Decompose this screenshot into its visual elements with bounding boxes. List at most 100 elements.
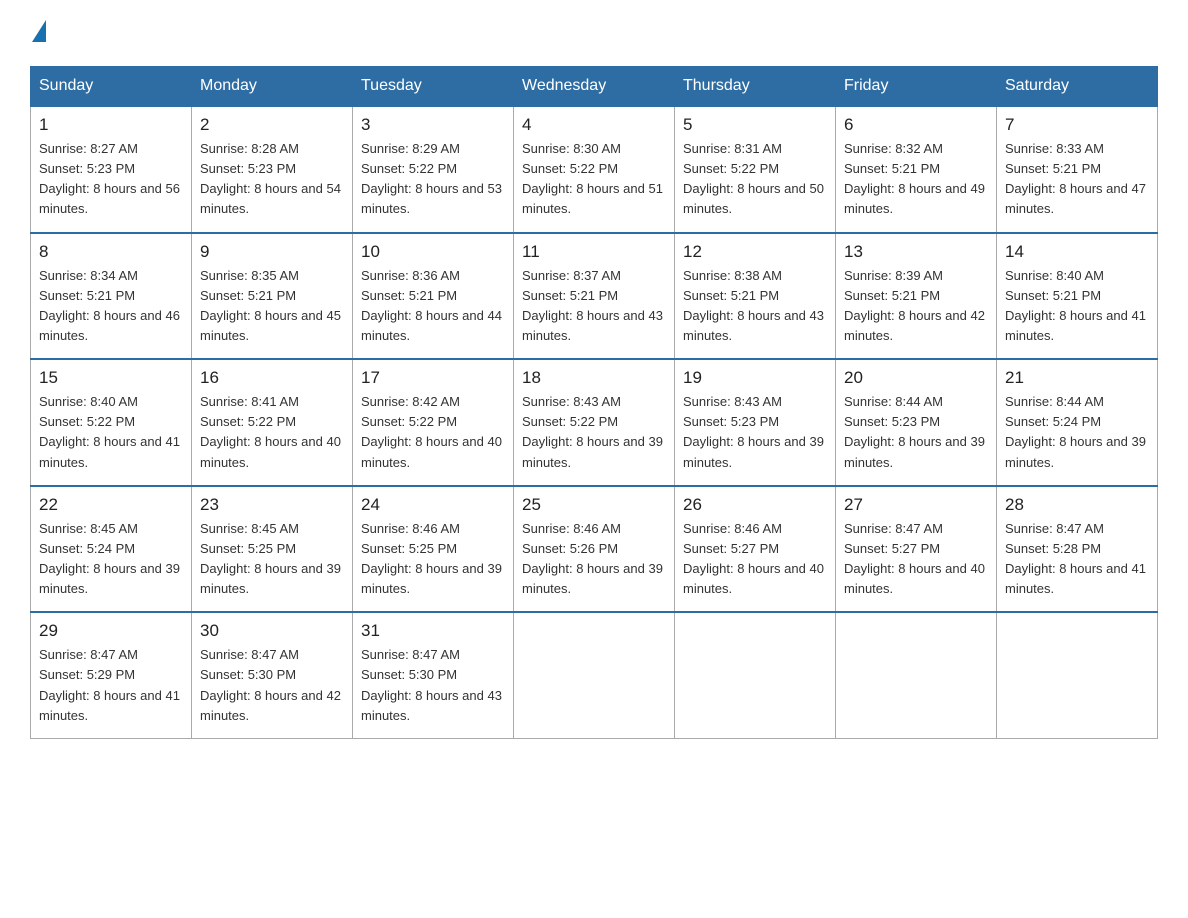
calendar-cell: 31 Sunrise: 8:47 AM Sunset: 5:30 PM Dayl… bbox=[353, 612, 514, 738]
weekday-header-saturday: Saturday bbox=[997, 67, 1158, 107]
day-info: Sunrise: 8:41 AM Sunset: 5:22 PM Dayligh… bbox=[200, 392, 344, 473]
day-number: 28 bbox=[1005, 495, 1149, 515]
day-number: 8 bbox=[39, 242, 183, 262]
logo bbox=[30, 20, 46, 46]
calendar-cell bbox=[836, 612, 997, 738]
calendar-cell bbox=[997, 612, 1158, 738]
day-info: Sunrise: 8:40 AM Sunset: 5:22 PM Dayligh… bbox=[39, 392, 183, 473]
calendar-cell: 16 Sunrise: 8:41 AM Sunset: 5:22 PM Dayl… bbox=[192, 359, 353, 486]
calendar-cell: 10 Sunrise: 8:36 AM Sunset: 5:21 PM Dayl… bbox=[353, 233, 514, 360]
calendar-cell: 19 Sunrise: 8:43 AM Sunset: 5:23 PM Dayl… bbox=[675, 359, 836, 486]
day-number: 23 bbox=[200, 495, 344, 515]
day-number: 7 bbox=[1005, 115, 1149, 135]
calendar-week-row: 1 Sunrise: 8:27 AM Sunset: 5:23 PM Dayli… bbox=[31, 106, 1158, 233]
day-info: Sunrise: 8:32 AM Sunset: 5:21 PM Dayligh… bbox=[844, 139, 988, 220]
calendar-cell: 4 Sunrise: 8:30 AM Sunset: 5:22 PM Dayli… bbox=[514, 106, 675, 233]
day-number: 1 bbox=[39, 115, 183, 135]
calendar-cell: 18 Sunrise: 8:43 AM Sunset: 5:22 PM Dayl… bbox=[514, 359, 675, 486]
day-number: 4 bbox=[522, 115, 666, 135]
calendar-cell: 27 Sunrise: 8:47 AM Sunset: 5:27 PM Dayl… bbox=[836, 486, 997, 613]
day-info: Sunrise: 8:45 AM Sunset: 5:24 PM Dayligh… bbox=[39, 519, 183, 600]
calendar-header: SundayMondayTuesdayWednesdayThursdayFrid… bbox=[31, 67, 1158, 107]
calendar-cell: 29 Sunrise: 8:47 AM Sunset: 5:29 PM Dayl… bbox=[31, 612, 192, 738]
calendar-week-row: 15 Sunrise: 8:40 AM Sunset: 5:22 PM Dayl… bbox=[31, 359, 1158, 486]
calendar-cell: 9 Sunrise: 8:35 AM Sunset: 5:21 PM Dayli… bbox=[192, 233, 353, 360]
logo-triangle-icon bbox=[32, 20, 46, 42]
calendar-cell: 26 Sunrise: 8:46 AM Sunset: 5:27 PM Dayl… bbox=[675, 486, 836, 613]
calendar-cell: 7 Sunrise: 8:33 AM Sunset: 5:21 PM Dayli… bbox=[997, 106, 1158, 233]
weekday-header-sunday: Sunday bbox=[31, 67, 192, 107]
day-number: 31 bbox=[361, 621, 505, 641]
day-number: 29 bbox=[39, 621, 183, 641]
calendar-cell: 25 Sunrise: 8:46 AM Sunset: 5:26 PM Dayl… bbox=[514, 486, 675, 613]
calendar-cell: 20 Sunrise: 8:44 AM Sunset: 5:23 PM Dayl… bbox=[836, 359, 997, 486]
calendar-cell: 28 Sunrise: 8:47 AM Sunset: 5:28 PM Dayl… bbox=[997, 486, 1158, 613]
day-info: Sunrise: 8:29 AM Sunset: 5:22 PM Dayligh… bbox=[361, 139, 505, 220]
day-number: 15 bbox=[39, 368, 183, 388]
day-info: Sunrise: 8:37 AM Sunset: 5:21 PM Dayligh… bbox=[522, 266, 666, 347]
day-number: 30 bbox=[200, 621, 344, 641]
weekday-header-row: SundayMondayTuesdayWednesdayThursdayFrid… bbox=[31, 67, 1158, 107]
day-info: Sunrise: 8:47 AM Sunset: 5:28 PM Dayligh… bbox=[1005, 519, 1149, 600]
day-info: Sunrise: 8:44 AM Sunset: 5:24 PM Dayligh… bbox=[1005, 392, 1149, 473]
day-info: Sunrise: 8:35 AM Sunset: 5:21 PM Dayligh… bbox=[200, 266, 344, 347]
calendar-cell: 30 Sunrise: 8:47 AM Sunset: 5:30 PM Dayl… bbox=[192, 612, 353, 738]
calendar-cell bbox=[675, 612, 836, 738]
calendar-cell: 11 Sunrise: 8:37 AM Sunset: 5:21 PM Dayl… bbox=[514, 233, 675, 360]
calendar-cell: 5 Sunrise: 8:31 AM Sunset: 5:22 PM Dayli… bbox=[675, 106, 836, 233]
day-number: 25 bbox=[522, 495, 666, 515]
page-header bbox=[30, 20, 1158, 46]
day-info: Sunrise: 8:40 AM Sunset: 5:21 PM Dayligh… bbox=[1005, 266, 1149, 347]
day-info: Sunrise: 8:44 AM Sunset: 5:23 PM Dayligh… bbox=[844, 392, 988, 473]
calendar-cell bbox=[514, 612, 675, 738]
calendar-table: SundayMondayTuesdayWednesdayThursdayFrid… bbox=[30, 66, 1158, 739]
day-info: Sunrise: 8:31 AM Sunset: 5:22 PM Dayligh… bbox=[683, 139, 827, 220]
calendar-cell: 14 Sunrise: 8:40 AM Sunset: 5:21 PM Dayl… bbox=[997, 233, 1158, 360]
day-number: 10 bbox=[361, 242, 505, 262]
day-number: 18 bbox=[522, 368, 666, 388]
calendar-cell: 2 Sunrise: 8:28 AM Sunset: 5:23 PM Dayli… bbox=[192, 106, 353, 233]
calendar-cell: 3 Sunrise: 8:29 AM Sunset: 5:22 PM Dayli… bbox=[353, 106, 514, 233]
day-info: Sunrise: 8:27 AM Sunset: 5:23 PM Dayligh… bbox=[39, 139, 183, 220]
calendar-cell: 8 Sunrise: 8:34 AM Sunset: 5:21 PM Dayli… bbox=[31, 233, 192, 360]
calendar-body: 1 Sunrise: 8:27 AM Sunset: 5:23 PM Dayli… bbox=[31, 106, 1158, 738]
day-number: 20 bbox=[844, 368, 988, 388]
day-info: Sunrise: 8:28 AM Sunset: 5:23 PM Dayligh… bbox=[200, 139, 344, 220]
day-info: Sunrise: 8:33 AM Sunset: 5:21 PM Dayligh… bbox=[1005, 139, 1149, 220]
day-info: Sunrise: 8:42 AM Sunset: 5:22 PM Dayligh… bbox=[361, 392, 505, 473]
day-number: 11 bbox=[522, 242, 666, 262]
calendar-cell: 1 Sunrise: 8:27 AM Sunset: 5:23 PM Dayli… bbox=[31, 106, 192, 233]
calendar-cell: 13 Sunrise: 8:39 AM Sunset: 5:21 PM Dayl… bbox=[836, 233, 997, 360]
day-info: Sunrise: 8:45 AM Sunset: 5:25 PM Dayligh… bbox=[200, 519, 344, 600]
day-info: Sunrise: 8:47 AM Sunset: 5:30 PM Dayligh… bbox=[361, 645, 505, 726]
calendar-cell: 21 Sunrise: 8:44 AM Sunset: 5:24 PM Dayl… bbox=[997, 359, 1158, 486]
day-info: Sunrise: 8:43 AM Sunset: 5:22 PM Dayligh… bbox=[522, 392, 666, 473]
weekday-header-thursday: Thursday bbox=[675, 67, 836, 107]
calendar-cell: 6 Sunrise: 8:32 AM Sunset: 5:21 PM Dayli… bbox=[836, 106, 997, 233]
day-info: Sunrise: 8:39 AM Sunset: 5:21 PM Dayligh… bbox=[844, 266, 988, 347]
weekday-header-tuesday: Tuesday bbox=[353, 67, 514, 107]
day-number: 2 bbox=[200, 115, 344, 135]
day-number: 17 bbox=[361, 368, 505, 388]
day-number: 24 bbox=[361, 495, 505, 515]
calendar-cell: 15 Sunrise: 8:40 AM Sunset: 5:22 PM Dayl… bbox=[31, 359, 192, 486]
day-number: 3 bbox=[361, 115, 505, 135]
day-number: 21 bbox=[1005, 368, 1149, 388]
day-number: 26 bbox=[683, 495, 827, 515]
day-info: Sunrise: 8:36 AM Sunset: 5:21 PM Dayligh… bbox=[361, 266, 505, 347]
day-number: 5 bbox=[683, 115, 827, 135]
day-info: Sunrise: 8:47 AM Sunset: 5:29 PM Dayligh… bbox=[39, 645, 183, 726]
day-number: 19 bbox=[683, 368, 827, 388]
weekday-header-monday: Monday bbox=[192, 67, 353, 107]
calendar-cell: 24 Sunrise: 8:46 AM Sunset: 5:25 PM Dayl… bbox=[353, 486, 514, 613]
day-info: Sunrise: 8:46 AM Sunset: 5:25 PM Dayligh… bbox=[361, 519, 505, 600]
day-number: 12 bbox=[683, 242, 827, 262]
day-info: Sunrise: 8:47 AM Sunset: 5:27 PM Dayligh… bbox=[844, 519, 988, 600]
day-number: 27 bbox=[844, 495, 988, 515]
day-info: Sunrise: 8:34 AM Sunset: 5:21 PM Dayligh… bbox=[39, 266, 183, 347]
day-info: Sunrise: 8:43 AM Sunset: 5:23 PM Dayligh… bbox=[683, 392, 827, 473]
day-info: Sunrise: 8:46 AM Sunset: 5:27 PM Dayligh… bbox=[683, 519, 827, 600]
calendar-week-row: 8 Sunrise: 8:34 AM Sunset: 5:21 PM Dayli… bbox=[31, 233, 1158, 360]
day-number: 9 bbox=[200, 242, 344, 262]
day-number: 16 bbox=[200, 368, 344, 388]
